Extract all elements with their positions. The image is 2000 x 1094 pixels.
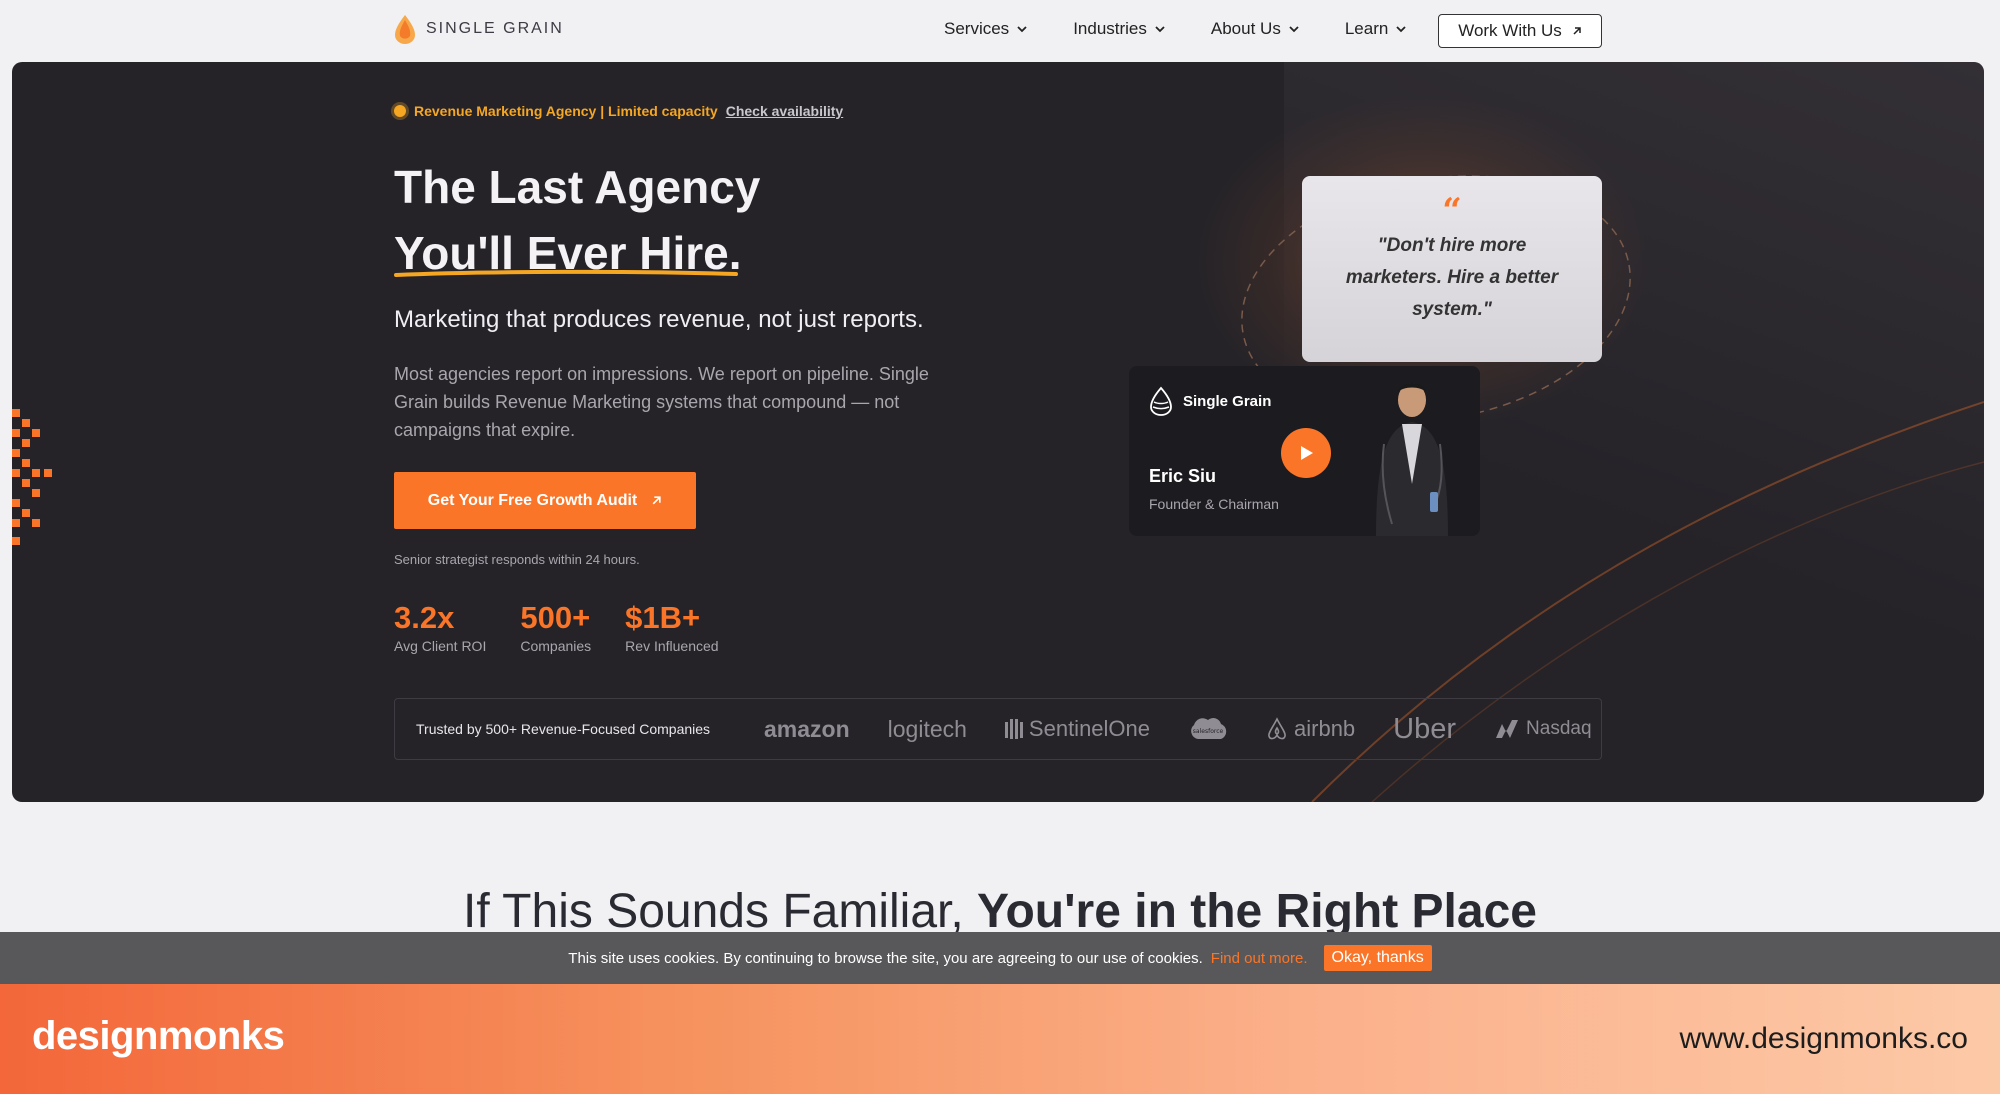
brand-name: logitech — [887, 715, 967, 742]
designmonks-logo: designmonks — [32, 1014, 285, 1058]
stats-row: 3.2x Avg Client ROI 500+ Companies $1B+ … — [394, 600, 753, 654]
speaker-name: Eric Siu — [1149, 466, 1217, 486]
stat-value: $1B+ — [625, 600, 701, 635]
designmonks-url: www.designmonks.co — [1679, 1022, 1968, 1055]
brand-name: airbnb — [1294, 716, 1356, 741]
speaker-role: Founder & Chairman — [1149, 496, 1279, 512]
salesforce-cloud-icon: salesforce — [1191, 718, 1227, 739]
play-button[interactable] — [1281, 428, 1331, 478]
chevron-down-icon — [1017, 26, 1027, 33]
stat-companies: 500+ Companies — [520, 600, 591, 654]
menu-label: About Us — [1210, 19, 1281, 38]
menu-label: Industries — [1073, 19, 1147, 38]
top-nav: SINGLE GRAIN Services Industries About U… — [0, 0, 2000, 62]
response-note: Senior strategist responds within 24 hou… — [394, 552, 640, 567]
heading-light: If This Sounds Familiar, — [463, 885, 978, 938]
brand-name: Uber — [1393, 712, 1457, 745]
stat-label: Companies — [520, 638, 592, 654]
quote-text: "Don't hire more marketers. Hire a bette… — [1345, 235, 1559, 320]
hero-section: Revenue Marketing Agency | Limited capac… — [12, 62, 1984, 802]
logo[interactable]: SINGLE GRAIN — [394, 14, 564, 44]
logo-text: SINGLE GRAIN — [426, 20, 564, 37]
quote-icon: “ — [1442, 191, 1462, 231]
menu-label: Learn — [1344, 19, 1389, 38]
video-card[interactable]: Single Grain Eric Siu Founder & Chairman — [1129, 366, 1480, 536]
salesforce-logo: salesforce — [1188, 715, 1228, 743]
arrow-up-right-icon — [652, 496, 661, 505]
menu-about-us[interactable]: About Us — [1211, 19, 1299, 39]
video-brand-name: Single Grain — [1183, 392, 1272, 410]
growth-audit-button[interactable]: Get Your Free Growth Audit — [394, 472, 696, 529]
menu-industries[interactable]: Industries — [1073, 19, 1165, 39]
brand-name: amazon — [764, 715, 850, 742]
amazon-logo: amazon — [764, 716, 850, 743]
cookie-text: This site uses cookies. By continuing to… — [568, 949, 1203, 967]
main-menu: Services Industries About Us Learn — [944, 19, 1452, 39]
tag-text: Revenue Marketing Agency | Limited capac… — [414, 103, 718, 119]
nasdaq-icon — [1496, 720, 1519, 738]
grain-logo-icon — [395, 15, 415, 44]
stat-value: 500+ — [520, 600, 591, 635]
airbnb-icon — [1268, 717, 1286, 740]
brand-logos: amazon logitech SentinelOne salesforce a… — [764, 713, 1592, 746]
title-underline — [394, 269, 738, 277]
sentinelone-logo: SentinelOne — [1004, 716, 1151, 742]
uber-logo: Uber — [1393, 713, 1456, 746]
sentinelone-icon — [1004, 719, 1023, 739]
brand-name: salesforce — [1193, 728, 1224, 735]
video-brand: Single Grain — [1149, 386, 1271, 416]
hero-paragraph: Most agencies report on impressions. We … — [394, 364, 929, 440]
logitech-logo: logitech — [888, 716, 967, 743]
availability-tag: Revenue Marketing Agency | Limited capac… — [394, 103, 843, 119]
stat-label: Rev Influenced — [625, 638, 719, 654]
cookie-accept-button[interactable]: Okay, thanks — [1323, 945, 1432, 971]
airbnb-logo: airbnb — [1266, 716, 1355, 742]
arrow-up-right-icon — [1573, 27, 1581, 35]
chevron-down-icon — [1396, 26, 1406, 33]
menu-services[interactable]: Services — [944, 19, 1027, 39]
quote-card: “ "Don't hire more marketers. Hire a bet… — [1302, 176, 1602, 362]
brand-name: Nasdaq — [1526, 718, 1592, 739]
work-with-us-button[interactable]: Work With Us — [1438, 14, 1602, 48]
single-grain-white-icon — [1150, 386, 1172, 416]
pixel-burst-decoration — [12, 409, 52, 545]
cookie-find-out-more-link[interactable]: Find out more. — [1211, 950, 1308, 967]
hero-title-line1: The Last Agency — [394, 161, 761, 213]
play-icon — [1301, 446, 1313, 460]
menu-label: Services — [944, 19, 1010, 38]
trusted-bar: Trusted by 500+ Revenue-Focused Companie… — [394, 698, 1602, 760]
stat-label: Avg Client ROI — [394, 638, 487, 654]
chevron-down-icon — [1155, 26, 1165, 33]
nasdaq-logo: Nasdaq — [1494, 718, 1592, 740]
trusted-text: Trusted by 500+ Revenue-Focused Companie… — [416, 721, 711, 737]
stat-roi: 3.2x Avg Client ROI — [394, 600, 486, 654]
work-with-us-label: Work With Us — [1458, 21, 1562, 40]
status-dot — [394, 105, 406, 117]
chevron-down-icon — [1289, 26, 1299, 33]
stat-revenue: $1B+ Rev Influenced — [625, 600, 718, 654]
stat-value: 3.2x — [394, 600, 455, 635]
cookie-banner: This site uses cookies. By continuing to… — [0, 932, 2000, 984]
check-availability-link[interactable]: Check availability — [726, 103, 844, 119]
hero-subtitle: Marketing that produces revenue, not jus… — [394, 306, 924, 333]
menu-learn[interactable]: Learn — [1345, 19, 1406, 39]
growth-audit-label: Get Your Free Growth Audit — [427, 491, 638, 509]
hero-title: The Last Agency You'll Ever Hire. — [394, 154, 760, 286]
brand-name: SentinelOne — [1028, 716, 1151, 741]
speaker-photo — [1376, 383, 1448, 536]
heading-bold: You're in the Right Place — [977, 885, 1537, 938]
